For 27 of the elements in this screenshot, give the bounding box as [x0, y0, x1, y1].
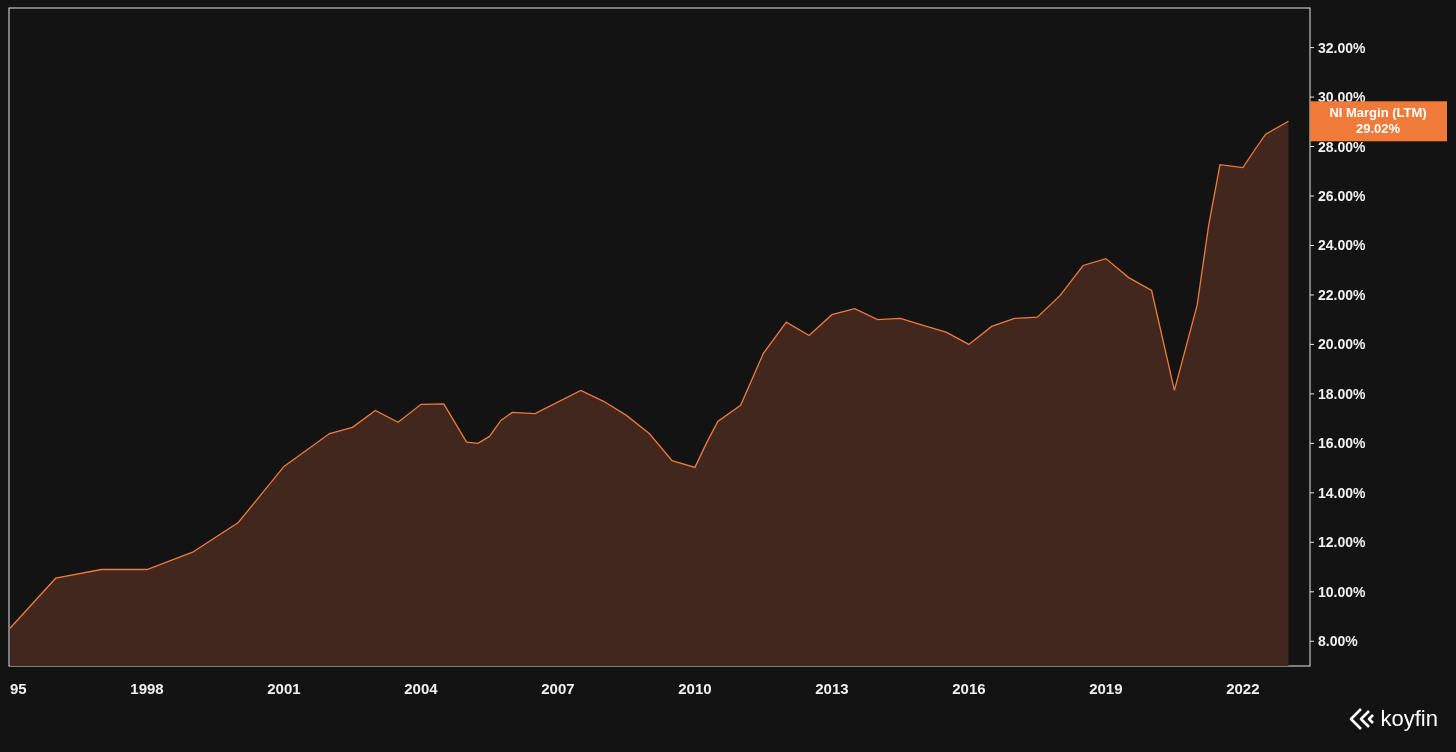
x-tick-label: 2019: [1089, 680, 1123, 697]
x-tick-label: 2016: [952, 680, 986, 697]
x-tick-label: 2007: [541, 680, 575, 697]
y-tick-label: 20.00%: [1318, 336, 1366, 353]
x-tick-label: 2001: [267, 680, 301, 697]
y-tick-label: 12.00%: [1318, 534, 1366, 551]
series-value: 29.02%: [1355, 121, 1401, 137]
x-tick-label: 2004: [404, 680, 438, 697]
x-tick-label: 2013: [815, 680, 849, 697]
x-tick-label: 95: [10, 680, 27, 697]
series-name: NI Margin (LTM): [1329, 105, 1427, 121]
x-tick-label: 2010: [678, 680, 712, 697]
logo-text: koyfin: [1380, 706, 1438, 732]
y-tick-label: 28.00%: [1318, 138, 1366, 155]
y-tick-label: 16.00%: [1318, 435, 1366, 452]
x-tick-label: 1998: [130, 680, 164, 697]
y-tick-label: 24.00%: [1318, 237, 1366, 254]
x-tick-label: 2022: [1226, 680, 1260, 697]
y-tick-label: 26.00%: [1318, 188, 1366, 204]
y-tick-label: 18.00%: [1318, 385, 1366, 402]
y-tick-label: 32.00%: [1318, 39, 1366, 56]
logo-icon: [1348, 707, 1375, 731]
y-tick-label: 22.00%: [1318, 286, 1366, 303]
y-tick-label: 30.00%: [1318, 89, 1366, 106]
y-tick-label: 10.00%: [1318, 583, 1366, 600]
y-tick-label: 14.00%: [1318, 484, 1366, 501]
y-tick-label: 8.00%: [1318, 633, 1358, 650]
